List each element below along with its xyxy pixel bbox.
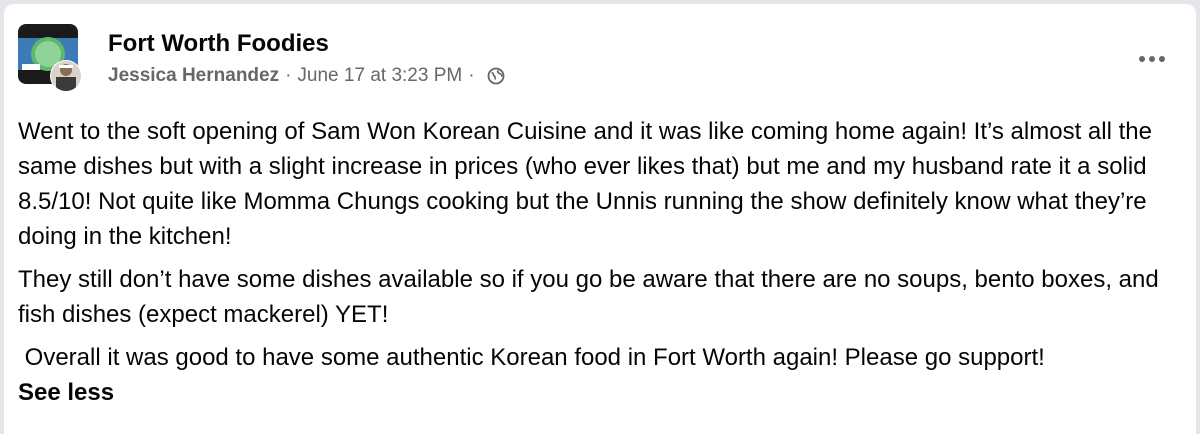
post-meta: Jessica Hernandez · June 17 at 3:23 PM ·: [108, 64, 505, 88]
author-name-link[interactable]: Jessica Hernandez: [108, 64, 279, 88]
post-paragraph: Overall it was good to have some authent…: [18, 344, 1045, 371]
more-options-icon: [1139, 56, 1165, 62]
meta-separator: ·: [285, 65, 292, 86]
see-less-button[interactable]: See less: [18, 378, 114, 408]
post-timestamp-link[interactable]: June 17 at 3:23 PM: [297, 64, 462, 88]
post-body: Went to the soft opening of Sam Won Kore…: [18, 114, 1178, 410]
post-paragraph: Went to the soft opening of Sam Won Kore…: [18, 118, 1152, 250]
post-card: Fort Worth Foodies Jessica Hernandez · J…: [4, 4, 1196, 434]
group-avatar-image: [18, 24, 82, 92]
meta-separator: ·: [468, 65, 475, 86]
post-paragraph: They still don’t have some dishes availa…: [18, 266, 1159, 328]
more-options-button[interactable]: [1132, 44, 1172, 74]
group-name-link[interactable]: Fort Worth Foodies: [108, 28, 505, 60]
group-avatar[interactable]: [18, 24, 84, 92]
globe-icon[interactable]: [487, 67, 505, 85]
post-header: Fort Worth Foodies Jessica Hernandez · J…: [108, 28, 505, 88]
